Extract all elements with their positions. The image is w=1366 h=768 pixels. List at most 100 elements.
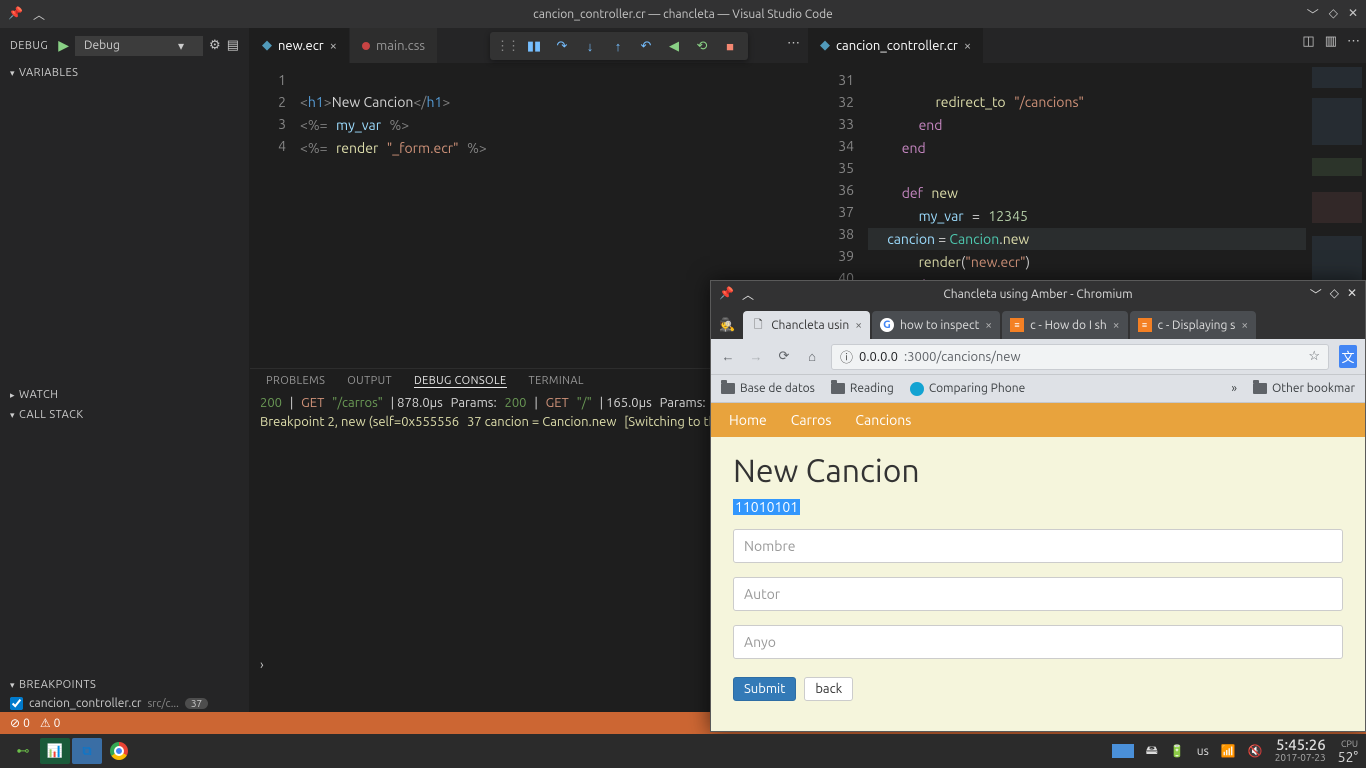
start-debug-button[interactable]: ▶ (58, 37, 69, 54)
panel-tab-debug-console[interactable]: DEBUG CONSOLE (414, 375, 507, 388)
settings-icon[interactable]: ▤ (227, 38, 239, 53)
close-icon[interactable]: × (1113, 319, 1120, 332)
favicon-icon (910, 382, 924, 396)
clock[interactable]: 5:45:26 2017-07-23 (1275, 738, 1326, 764)
os-taskbar: ⊷ 📊 ⧉ 🖴 🔋 us 📶 🔇 5:45:26 2017-07-23 CPU … (0, 734, 1366, 768)
reverse-button[interactable]: ◀ (662, 39, 686, 54)
nav-carros[interactable]: Carros (791, 412, 832, 428)
restart-button[interactable]: ⟲ (690, 39, 714, 54)
chevron-up-icon[interactable]: ︿ (33, 6, 45, 23)
callstack-section[interactable]: ▾CALL STACK (0, 405, 249, 425)
css-icon (362, 42, 370, 50)
more-icon[interactable]: ⋯ (787, 36, 800, 51)
folder-icon (721, 383, 735, 394)
watch-section[interactable]: ▸WATCH (0, 385, 249, 405)
close-icon[interactable]: ✕ (1347, 286, 1357, 303)
maximize-icon[interactable]: ◇ (1329, 6, 1338, 23)
breakpoint-item[interactable]: cancion_controller.cr src/c... 37 (0, 695, 249, 712)
maximize-icon[interactable]: ◇ (1330, 286, 1339, 303)
pin-icon[interactable]: 📌 (719, 286, 734, 303)
submit-button[interactable]: Submit (733, 677, 796, 701)
chrome-tab-2[interactable]: G how to inspect × (872, 311, 1000, 339)
pin-icon[interactable]: 📌 (8, 6, 23, 23)
status-warnings[interactable]: ⚠ 0 (40, 716, 61, 730)
close-icon[interactable]: × (855, 319, 862, 332)
anyo-input[interactable] (733, 625, 1343, 659)
bookmark-item[interactable]: Comparing Phone (910, 382, 1025, 396)
nav-home[interactable]: Home (729, 412, 767, 428)
panel-tab-output[interactable]: OUTPUT (347, 375, 392, 388)
bookmark-overflow[interactable]: » (1231, 382, 1237, 395)
step-into-button[interactable]: ↓ (578, 39, 602, 54)
nav-cancions[interactable]: Cancions (855, 412, 911, 428)
forward-button[interactable]: → (747, 349, 765, 364)
gutter-left: 1234 (250, 63, 300, 368)
cpu-temp[interactable]: CPU 52° (1338, 738, 1358, 764)
address-bar[interactable]: ⓘ 0.0.0.0:3000/cancions/new ☆ (831, 344, 1329, 370)
folder-icon (1253, 383, 1267, 394)
minimize-icon[interactable]: ﹀ (1307, 6, 1319, 23)
google-icon: G (880, 318, 894, 332)
panel-tab-problems[interactable]: PROBLEMS (266, 375, 325, 388)
more-icon[interactable]: ⋯ (1347, 34, 1360, 49)
taskbar-vscode-icon[interactable]: ⧉ (72, 738, 102, 764)
minimize-icon[interactable]: ﹀ (1310, 286, 1322, 303)
wifi-icon[interactable]: 📶 (1221, 744, 1236, 758)
autor-input[interactable] (733, 577, 1343, 611)
battery-icon[interactable]: 🔋 (1170, 744, 1185, 758)
disk-icon[interactable]: 🖴 (1146, 741, 1158, 762)
tab-cancion-controller[interactable]: ◆ cancion_controller.cr × (808, 28, 984, 63)
status-errors[interactable]: ⊘ 0 (10, 716, 30, 730)
back-button[interactable]: back (804, 677, 853, 701)
reload-button[interactable]: ⟳ (775, 349, 793, 364)
other-bookmarks[interactable]: Other bookmar (1253, 382, 1355, 395)
back-button[interactable]: ← (719, 349, 737, 364)
taskbar-monitor-icon[interactable]: 📊 (40, 738, 70, 764)
pause-button[interactable]: ▮▮ (522, 39, 546, 54)
bookmark-folder[interactable]: Reading (831, 382, 894, 395)
home-button[interactable]: ⌂ (803, 349, 821, 364)
bookmark-folder[interactable]: Base de datos (721, 382, 815, 395)
close-icon[interactable]: ✕ (1348, 6, 1358, 23)
translate-icon[interactable]: 文 (1339, 345, 1357, 368)
close-icon[interactable]: × (964, 39, 971, 53)
debug-toolbar[interactable]: ⋮⋮ ▮▮ ↷ ↓ ↑ ↶ ◀ ⟲ ■ (490, 32, 748, 60)
taskbar-chromium-icon[interactable] (104, 738, 134, 764)
chrome-tab-4[interactable]: ≡ c - Displaying s × (1130, 311, 1257, 339)
breakpoint-checkbox[interactable] (10, 697, 23, 710)
code-left[interactable]: <h1>New Cancion</h1> <%= my_var %> <%= r… (300, 63, 748, 368)
chrome-tab-3[interactable]: ≡ c - How do I sh × (1002, 311, 1127, 339)
breakpoints-section[interactable]: ▾BREAKPOINTS (0, 675, 249, 695)
site-navbar: Home Carros Cancions (711, 403, 1365, 437)
split-icon[interactable]: ◫ (1302, 34, 1314, 49)
info-icon[interactable]: ⓘ (840, 347, 853, 366)
tab-new-ecr[interactable]: ◆ new.ecr × (250, 28, 350, 63)
nombre-input[interactable] (733, 529, 1343, 563)
drag-handle-icon[interactable]: ⋮⋮ (496, 39, 518, 54)
gear-icon[interactable]: ⚙ (209, 38, 221, 53)
keyboard-layout[interactable]: us (1197, 745, 1209, 758)
stop-button[interactable]: ■ (718, 39, 742, 54)
close-icon[interactable]: × (330, 39, 337, 53)
chevron-up-icon[interactable]: ︿ (742, 286, 754, 303)
workspace-indicator[interactable] (1112, 744, 1134, 758)
incognito-icon: 🕵 (719, 318, 735, 333)
step-back-button[interactable]: ↶ (634, 39, 658, 54)
close-icon[interactable]: × (1241, 319, 1248, 332)
step-out-button[interactable]: ↑ (606, 39, 630, 54)
star-icon[interactable]: ☆ (1308, 349, 1320, 364)
close-icon[interactable]: × (985, 319, 992, 332)
file-icon: ◆ (820, 38, 830, 53)
volume-icon[interactable]: 🔇 (1248, 744, 1263, 758)
chromium-window: 📌 ︿ Chancleta using Amber - Chromium ﹀ ◇… (710, 280, 1366, 732)
app-menu-icon[interactable]: ⊷ (8, 738, 38, 764)
layout-icon[interactable]: ▥ (1325, 34, 1337, 49)
tab-main-css[interactable]: main.css (350, 28, 438, 63)
variables-section[interactable]: ▾VARIABLES (0, 63, 249, 83)
page-icon: 🗋 (751, 318, 765, 332)
panel-tab-terminal[interactable]: TERMINAL (529, 375, 584, 388)
chrome-tab-1[interactable]: 🗋 Chancleta usin × (743, 311, 870, 339)
chevron-right-icon: › (260, 658, 264, 672)
step-over-button[interactable]: ↷ (550, 39, 574, 54)
debug-config-select[interactable]: Debug▾ (75, 36, 203, 56)
